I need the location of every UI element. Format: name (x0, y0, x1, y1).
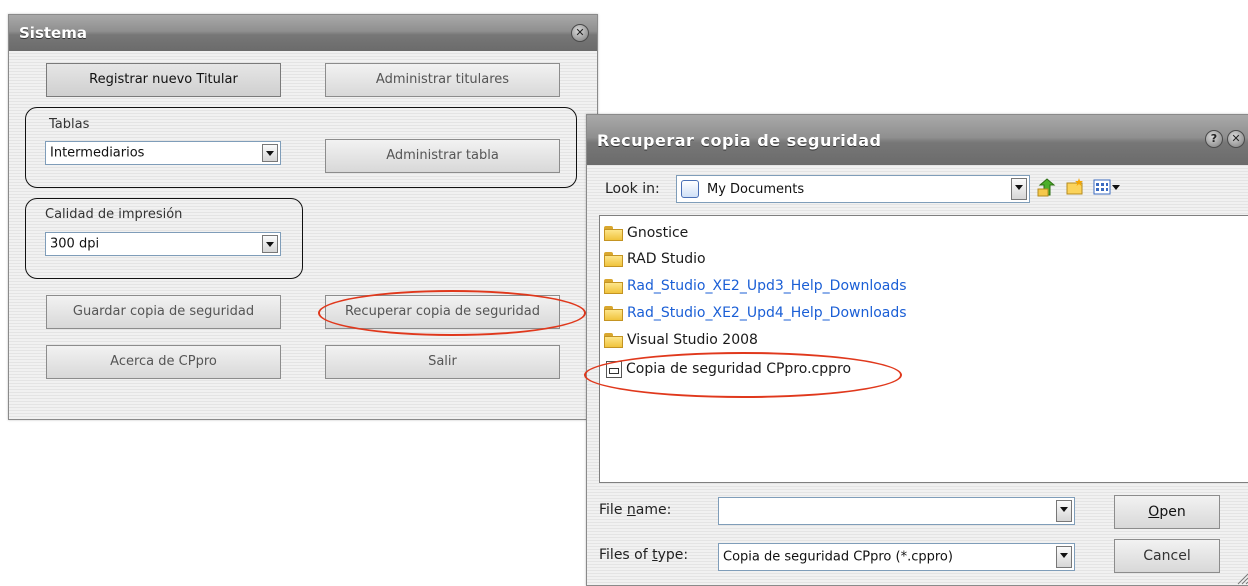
files-of-type-value: Copia de seguridad CPpro (*.cppro) (723, 549, 953, 565)
list-item-folder[interactable]: RAD Studio (604, 248, 706, 270)
chevron-down-icon[interactable] (262, 144, 278, 162)
tablas-value: Intermediarios (50, 145, 145, 161)
list-item-folder[interactable]: Rad_Studio_XE2_Upd3_Help_Downloads (604, 275, 907, 297)
acerca-button[interactable]: Acerca de CPpro (46, 345, 281, 379)
my-documents-icon (681, 180, 699, 198)
list-item-folder[interactable]: Gnostice (604, 222, 688, 244)
calidad-select[interactable]: 300 dpi (45, 232, 281, 256)
list-item-folder[interactable]: Rad_Studio_XE2_Upd4_Help_Downloads (604, 302, 907, 324)
close-icon[interactable]: ✕ (1227, 130, 1245, 148)
file-name-label: File name: (599, 502, 672, 518)
highlight-ellipse-file (584, 352, 902, 398)
look-in-label: Look in: (605, 181, 660, 197)
file-name-text: Visual Studio 2008 (627, 332, 758, 348)
dialog-titlebar: Recuperar copia de seguridad ? ✕ (587, 115, 1248, 165)
calidad-value: 300 dpi (50, 236, 100, 252)
file-name-text: Rad_Studio_XE2_Upd3_Help_Downloads (627, 278, 907, 294)
folder-icon (604, 332, 624, 348)
folder-icon (604, 251, 624, 267)
dialog-title: Recuperar copia de seguridad (597, 131, 882, 150)
new-folder-icon[interactable] (1065, 177, 1085, 197)
look-in-value: My Documents (681, 180, 804, 198)
list-item-folder[interactable]: Visual Studio 2008 (604, 329, 758, 351)
sistema-title: Sistema (19, 24, 87, 42)
chevron-down-icon[interactable] (1056, 500, 1072, 522)
calidad-label: Calidad de impresión (45, 207, 183, 222)
files-of-type-select[interactable]: Copia de seguridad CPpro (*.cppro) (718, 543, 1075, 571)
view-menu-icon[interactable] (1093, 177, 1121, 197)
sistema-window: Sistema ✕ Registrar nuevo Titular Admini… (8, 14, 598, 420)
registrar-titular-button[interactable]: Registrar nuevo Titular (46, 63, 281, 97)
sistema-titlebar: Sistema ✕ (9, 15, 597, 51)
chevron-down-icon[interactable] (1011, 178, 1027, 200)
file-name-text: Gnostice (627, 225, 689, 241)
open-button[interactable]: Open (1114, 495, 1220, 529)
files-of-type-label: Files of type: (599, 547, 689, 563)
highlight-ellipse-recuperar (318, 290, 586, 336)
tablas-select[interactable]: Intermediarios (45, 141, 281, 165)
administrar-titulares-button[interactable]: Administrar titulares (325, 63, 560, 97)
chevron-down-icon[interactable] (262, 235, 278, 253)
up-folder-icon[interactable] (1037, 177, 1057, 197)
open-dialog: Recuperar copia de seguridad ? ✕ Look in… (586, 114, 1248, 586)
file-name-text: Rad_Studio_XE2_Upd4_Help_Downloads (627, 305, 907, 321)
folder-icon (604, 278, 624, 294)
file-name-input[interactable] (718, 497, 1075, 525)
file-name-text: RAD Studio (627, 251, 706, 267)
chevron-down-icon[interactable] (1056, 546, 1072, 568)
cancel-button[interactable]: Cancel (1114, 539, 1220, 573)
folder-icon (604, 305, 624, 321)
look-in-select[interactable]: My Documents (676, 175, 1030, 203)
help-icon[interactable]: ? (1205, 130, 1223, 148)
file-list[interactable]: Gnostice RAD Studio Rad_Studio_XE2_Upd3_… (599, 215, 1248, 483)
administrar-tabla-button[interactable]: Administrar tabla (325, 139, 560, 173)
look-in-text: My Documents (707, 181, 805, 197)
guardar-copia-button[interactable]: Guardar copia de seguridad (46, 295, 281, 329)
folder-icon (604, 225, 624, 241)
resize-grip-icon[interactable] (1235, 571, 1248, 585)
salir-button[interactable]: Salir (325, 345, 560, 379)
tablas-label: Tablas (49, 117, 90, 132)
close-icon[interactable]: ✕ (571, 24, 589, 42)
